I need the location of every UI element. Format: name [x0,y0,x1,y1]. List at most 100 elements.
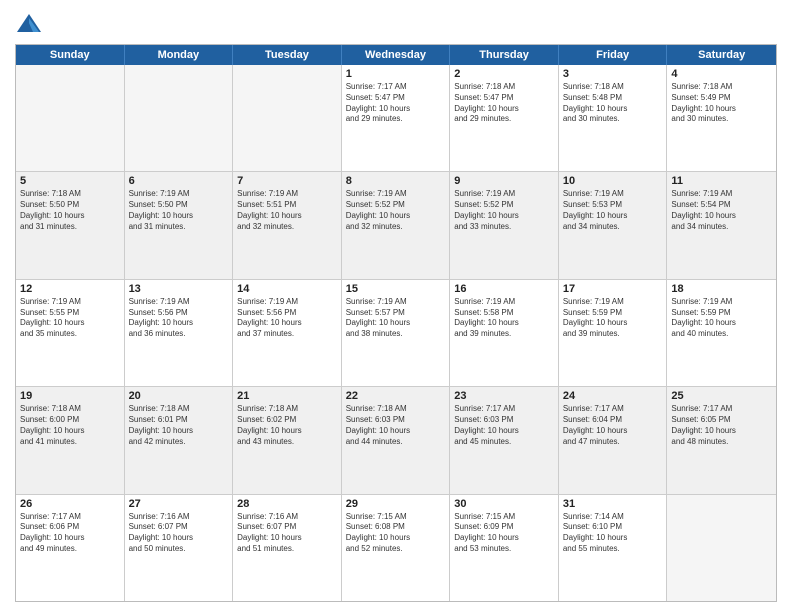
day-number: 27 [129,498,229,510]
cal-cell: 6 Sunrise: 7:19 AM Sunset: 5:50 PM Daylig… [125,172,234,278]
cal-cell: 24 Sunrise: 7:17 AM Sunset: 6:04 PM Dayli… [559,387,668,493]
cell-info: Sunrise: 7:19 AM Sunset: 5:51 PM Dayligh… [237,189,337,232]
day-number: 16 [454,283,554,295]
cell-info: Sunrise: 7:14 AM Sunset: 6:10 PM Dayligh… [563,512,663,555]
day-number: 19 [20,390,120,402]
cell-info: Sunrise: 7:19 AM Sunset: 5:53 PM Dayligh… [563,189,663,232]
cell-info: Sunrise: 7:19 AM Sunset: 5:54 PM Dayligh… [671,189,772,232]
cell-info: Sunrise: 7:19 AM Sunset: 5:56 PM Dayligh… [129,297,229,340]
logo [15,10,47,38]
cal-week-4: 19 Sunrise: 7:18 AM Sunset: 6:00 PM Dayli… [16,387,776,494]
cal-cell: 16Sunrise: 7:19 AM Sunset: 5:58 PM Dayli… [450,280,559,386]
cell-info: Sunrise: 7:18 AM Sunset: 5:50 PM Dayligh… [20,189,120,232]
cal-header-tuesday: Tuesday [233,45,342,65]
day-number: 25 [671,390,772,402]
cell-info: Sunrise: 7:17 AM Sunset: 6:06 PM Dayligh… [20,512,120,555]
day-number: 20 [129,390,229,402]
day-number: 12 [20,283,120,295]
page: SundayMondayTuesdayWednesdayThursdayFrid… [0,0,792,612]
cal-cell: 29 Sunrise: 7:15 AM Sunset: 6:08 PM Dayli… [342,495,451,601]
cal-week-3: 12 Sunrise: 7:19 AM Sunset: 5:55 PM Dayli… [16,280,776,387]
day-number: 30 [454,498,554,510]
cell-info: Sunrise: 7:17 AM Sunset: 6:05 PM Dayligh… [671,404,772,447]
cal-cell: 21 Sunrise: 7:18 AM Sunset: 6:02 PM Dayli… [233,387,342,493]
day-number: 13 [129,283,229,295]
day-number: 17 [563,283,663,295]
cal-cell: 5 Sunrise: 7:18 AM Sunset: 5:50 PM Daylig… [16,172,125,278]
calendar-body: 1 Sunrise: 7:17 AM Sunset: 5:47 PM Daylig… [16,65,776,601]
cal-cell: 19 Sunrise: 7:18 AM Sunset: 6:00 PM Dayli… [16,387,125,493]
cal-cell: 13 Sunrise: 7:19 AM Sunset: 5:56 PM Dayli… [125,280,234,386]
cell-info: Sunrise: 7:19 AM Sunset: 5:55 PM Dayligh… [20,297,120,340]
logo-icon [15,10,43,38]
cal-header-sunday: Sunday [16,45,125,65]
day-number: 1 [346,68,446,80]
cal-week-2: 5 Sunrise: 7:18 AM Sunset: 5:50 PM Daylig… [16,172,776,279]
day-number: 29 [346,498,446,510]
cell-info: Sunrise: 7:19 AM Sunset: 5:59 PM Dayligh… [563,297,663,340]
cell-info: Sunrise: 7:19 AM Sunset: 5:57 PM Dayligh… [346,297,446,340]
cal-header-monday: Monday [125,45,234,65]
cell-info: Sunrise: 7:19 AM Sunset: 5:59 PM Dayligh… [671,297,772,340]
cell-info: Sunrise: 7:18 AM Sunset: 6:02 PM Dayligh… [237,404,337,447]
cal-header-thursday: Thursday [450,45,559,65]
day-number: 15 [346,283,446,295]
cal-cell: 9Sunrise: 7:19 AM Sunset: 5:52 PM Daylig… [450,172,559,278]
day-number: 28 [237,498,337,510]
calendar-header-row: SundayMondayTuesdayWednesdayThursdayFrid… [16,45,776,65]
cal-header-wednesday: Wednesday [342,45,451,65]
cal-cell: 25 Sunrise: 7:17 AM Sunset: 6:05 PM Dayli… [667,387,776,493]
day-number: 14 [237,283,337,295]
cal-cell: 8 Sunrise: 7:19 AM Sunset: 5:52 PM Daylig… [342,172,451,278]
day-number: 4 [671,68,772,80]
cell-info: Sunrise: 7:18 AM Sunset: 5:48 PM Dayligh… [563,82,663,125]
day-number: 11 [671,175,772,187]
day-number: 26 [20,498,120,510]
day-number: 2 [454,68,554,80]
cal-cell [667,495,776,601]
day-number: 22 [346,390,446,402]
cell-info: Sunrise: 7:17 AM Sunset: 5:47 PM Dayligh… [346,82,446,125]
cell-info: Sunrise: 7:18 AM Sunset: 5:49 PM Dayligh… [671,82,772,125]
day-number: 3 [563,68,663,80]
day-number: 23 [454,390,554,402]
cal-cell: 27Sunrise: 7:16 AM Sunset: 6:07 PM Dayli… [125,495,234,601]
cal-cell [233,65,342,171]
cal-cell: 31Sunrise: 7:14 AM Sunset: 6:10 PM Dayli… [559,495,668,601]
calendar: SundayMondayTuesdayWednesdayThursdayFrid… [15,44,777,602]
cal-cell: 11 Sunrise: 7:19 AM Sunset: 5:54 PM Dayli… [667,172,776,278]
cal-cell: 23 Sunrise: 7:17 AM Sunset: 6:03 PM Dayli… [450,387,559,493]
day-number: 7 [237,175,337,187]
cal-week-5: 26 Sunrise: 7:17 AM Sunset: 6:06 PM Dayli… [16,495,776,601]
cell-info: Sunrise: 7:15 AM Sunset: 6:09 PM Dayligh… [454,512,554,555]
cal-cell: 18Sunrise: 7:19 AM Sunset: 5:59 PM Dayli… [667,280,776,386]
cal-cell: 10Sunrise: 7:19 AM Sunset: 5:53 PM Dayli… [559,172,668,278]
cell-info: Sunrise: 7:18 AM Sunset: 6:03 PM Dayligh… [346,404,446,447]
cell-info: Sunrise: 7:16 AM Sunset: 6:07 PM Dayligh… [237,512,337,555]
cal-week-1: 1 Sunrise: 7:17 AM Sunset: 5:47 PM Daylig… [16,65,776,172]
day-number: 21 [237,390,337,402]
cal-cell: 12 Sunrise: 7:19 AM Sunset: 5:55 PM Dayli… [16,280,125,386]
cell-info: Sunrise: 7:18 AM Sunset: 6:00 PM Dayligh… [20,404,120,447]
day-number: 9 [454,175,554,187]
cell-info: Sunrise: 7:17 AM Sunset: 6:03 PM Dayligh… [454,404,554,447]
cell-info: Sunrise: 7:15 AM Sunset: 6:08 PM Dayligh… [346,512,446,555]
cell-info: Sunrise: 7:18 AM Sunset: 6:01 PM Dayligh… [129,404,229,447]
cal-cell: 4 Sunrise: 7:18 AM Sunset: 5:49 PM Daylig… [667,65,776,171]
cal-cell: 3 Sunrise: 7:18 AM Sunset: 5:48 PM Daylig… [559,65,668,171]
cal-header-saturday: Saturday [667,45,776,65]
cal-cell [16,65,125,171]
cell-info: Sunrise: 7:17 AM Sunset: 6:04 PM Dayligh… [563,404,663,447]
cal-cell: 30 Sunrise: 7:15 AM Sunset: 6:09 PM Dayli… [450,495,559,601]
day-number: 24 [563,390,663,402]
day-number: 5 [20,175,120,187]
cell-info: Sunrise: 7:19 AM Sunset: 5:50 PM Dayligh… [129,189,229,232]
cal-cell: 20 Sunrise: 7:18 AM Sunset: 6:01 PM Dayli… [125,387,234,493]
cal-cell: 7 Sunrise: 7:19 AM Sunset: 5:51 PM Daylig… [233,172,342,278]
cal-cell: 15 Sunrise: 7:19 AM Sunset: 5:57 PM Dayli… [342,280,451,386]
day-number: 6 [129,175,229,187]
cal-cell: 28 Sunrise: 7:16 AM Sunset: 6:07 PM Dayli… [233,495,342,601]
day-number: 8 [346,175,446,187]
cal-header-friday: Friday [559,45,668,65]
cell-info: Sunrise: 7:19 AM Sunset: 5:52 PM Dayligh… [346,189,446,232]
